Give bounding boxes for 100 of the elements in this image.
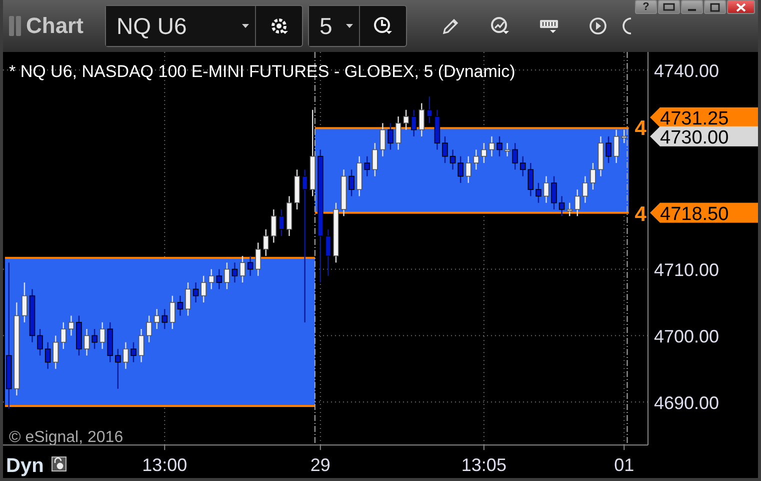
candlestick — [410, 110, 417, 136]
candlestick — [247, 256, 254, 276]
candlestick — [606, 136, 612, 163]
time-label: 01 — [614, 455, 634, 475]
candlestick — [270, 209, 277, 243]
candlestick — [403, 110, 409, 130]
candlestick — [551, 176, 557, 210]
candlestick — [22, 282, 28, 322]
candlestick — [395, 116, 402, 150]
price-label: 4710.00 — [654, 260, 720, 280]
candlestick — [481, 143, 487, 163]
play-icon — [588, 17, 607, 35]
candlestick — [92, 328, 98, 349]
candlestick — [44, 342, 51, 369]
candlestick — [333, 202, 339, 263]
candlestick — [107, 322, 114, 362]
candlestick — [216, 269, 222, 290]
candlestick — [232, 262, 238, 282]
candlestick — [512, 143, 518, 170]
caret-icon — [346, 24, 354, 28]
candlestick — [418, 103, 425, 136]
candlestick — [192, 282, 199, 302]
window-icon — [663, 2, 675, 12]
price-label: 4700.00 — [654, 326, 720, 347]
candlestick — [115, 348, 121, 389]
candlestick — [325, 229, 332, 276]
candlestick — [224, 262, 230, 290]
candlestick — [84, 328, 90, 356]
caret-icon — [242, 24, 250, 28]
candlestick — [348, 170, 354, 196]
maximize-icon — [710, 2, 720, 12]
interval-field[interactable]: 5 — [309, 6, 360, 46]
candlestick — [138, 328, 144, 362]
candlestick — [278, 209, 284, 236]
price-label: 4740.00 — [654, 61, 720, 81]
price-tag: 4718.50 — [650, 202, 758, 225]
price-tag: 4731.25 — [650, 107, 758, 130]
candlestick — [504, 143, 510, 156]
minimize-button[interactable] — [681, 0, 703, 14]
candlestick — [558, 196, 565, 216]
candlestick — [574, 190, 580, 216]
price-label: 4690.00 — [654, 393, 720, 414]
candlestick — [582, 176, 588, 203]
time-label: 13:00 — [142, 455, 188, 475]
candlestick — [208, 269, 214, 290]
candlestick — [286, 196, 292, 236]
candlestick — [372, 143, 378, 176]
candlestick — [146, 316, 152, 342]
candlestick — [60, 322, 66, 349]
lock-icon[interactable] — [52, 456, 66, 472]
candlestick — [154, 309, 160, 329]
candlestick — [170, 296, 176, 329]
candlestick — [76, 316, 82, 356]
candlestick — [177, 296, 184, 316]
close-icon — [736, 2, 746, 12]
candlestick — [458, 156, 464, 183]
candlestick — [380, 123, 386, 156]
candlestick — [488, 136, 495, 156]
grip-icon[interactable] — [9, 16, 21, 36]
window-title: Chart — [26, 13, 84, 39]
candlestick — [200, 276, 206, 302]
candlestick — [465, 156, 472, 183]
candlestick — [434, 110, 440, 150]
box-label: 4 — [634, 202, 646, 226]
candlestick — [426, 96, 432, 124]
symbol-field[interactable]: NQ U6 — [106, 6, 256, 46]
candlestick — [185, 282, 191, 316]
candlestick — [621, 130, 627, 144]
candlestick — [613, 130, 620, 163]
candlestick — [340, 170, 347, 216]
candlestick — [566, 202, 572, 216]
candlestick — [442, 136, 448, 163]
candlestick — [29, 289, 36, 342]
copyright-text: © eSignal, 2016 — [9, 429, 124, 446]
candlestick — [37, 328, 43, 356]
candlestick — [590, 162, 596, 190]
candlestick — [496, 136, 502, 156]
time-label: 29 — [310, 455, 330, 475]
candlestick — [536, 182, 542, 203]
candlestick — [255, 242, 261, 276]
candlestick — [388, 123, 394, 150]
pencil-icon — [442, 17, 460, 35]
candlestick — [130, 342, 136, 362]
candlestick — [68, 316, 74, 336]
candlestick — [543, 176, 550, 203]
candlestick — [240, 256, 246, 282]
candlestick — [294, 170, 300, 210]
time-label: 13:05 — [461, 455, 506, 475]
gear-icon — [269, 16, 290, 36]
comb-icon — [538, 18, 559, 34]
candlestick — [122, 342, 129, 369]
candlestick — [520, 156, 526, 176]
close-button[interactable] — [727, 0, 755, 14]
maximize-button[interactable] — [704, 0, 726, 14]
dock-button[interactable] — [658, 0, 680, 14]
price-tag: 4730.00 — [650, 126, 758, 148]
scale-mode-label[interactable]: Dyn — [6, 455, 44, 477]
candlestick — [473, 150, 480, 170]
candlestick — [598, 136, 604, 176]
help-button[interactable]: ? — [635, 0, 657, 14]
